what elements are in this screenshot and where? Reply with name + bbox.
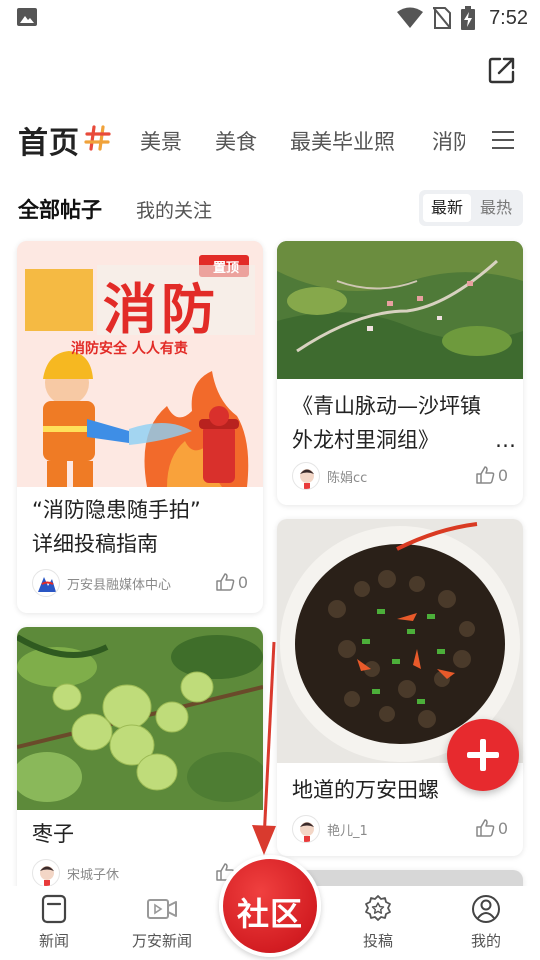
- post-title: 《青山脉动—沙坪镇 外龙村里洞组》 …: [292, 389, 516, 457]
- avatar[interactable]: [292, 462, 320, 490]
- tab-fire-safety[interactable]: 消防: [432, 126, 465, 156]
- post-image: [17, 627, 263, 810]
- post-meta: 陈娟cc 0: [292, 462, 508, 490]
- tab-home[interactable]: 首页: [18, 118, 80, 162]
- image-icon: [17, 8, 37, 26]
- sort-toggle: 最新 最热: [419, 190, 523, 226]
- news-icon: [41, 894, 67, 924]
- video-icon: [147, 899, 177, 919]
- post-title: “消防隐患随手拍” 详细投稿指南: [32, 498, 201, 556]
- thumbs-up-icon: [216, 573, 235, 591]
- add-post-button[interactable]: [447, 719, 519, 791]
- aerial-landscape-image: [277, 241, 523, 379]
- author-name[interactable]: 宋城子休: [67, 864, 119, 883]
- post-title: 地道的万安田螺: [292, 778, 439, 802]
- avatar[interactable]: [32, 569, 60, 597]
- poster-headline: 消防: [103, 278, 219, 341]
- post-meta: 艳儿_1 0: [292, 815, 508, 843]
- profile-icon: [472, 895, 500, 923]
- tab-food[interactable]: 美食: [215, 126, 257, 156]
- post-image: [277, 241, 523, 379]
- poster-slogan: 消防安全 人人有责: [71, 341, 188, 357]
- hashtag-icon: [84, 125, 111, 151]
- like-button[interactable]: 0: [215, 572, 248, 592]
- arrow-down-icon: [252, 641, 276, 855]
- author-name[interactable]: 艳儿_1: [327, 820, 368, 839]
- share-icon[interactable]: [487, 55, 517, 85]
- status-time: 7:52: [489, 6, 528, 29]
- post-card[interactable]: 地道的万安田螺 艳儿_1 0: [277, 519, 523, 856]
- avatar[interactable]: [292, 815, 320, 843]
- post-title: 枣子: [32, 822, 74, 846]
- jujube-image: [17, 627, 263, 810]
- award-icon: [365, 895, 391, 921]
- thumbs-up-icon: [476, 819, 495, 837]
- sort-latest-button[interactable]: 最新: [423, 194, 471, 222]
- avatar[interactable]: [32, 859, 60, 887]
- post-card[interactable]: 置顶 消防 消防安全 人人有责 “消防隐患随手拍” 详细投稿指南 万安县融媒体中…: [17, 241, 263, 613]
- tab-all-posts[interactable]: 全部帖子: [18, 194, 102, 224]
- more-indicator: …: [495, 428, 516, 452]
- nav-submit[interactable]: 投稿: [333, 886, 423, 960]
- post-meta: 宋城子休 0: [32, 859, 248, 887]
- channel-tabs: 首页 美景 美食 最美毕业照 消防: [0, 112, 540, 170]
- thumbs-up-icon: [476, 466, 495, 484]
- author-name[interactable]: 万安县融媒体中心: [67, 574, 171, 593]
- sort-hot-button[interactable]: 最热: [473, 194, 519, 222]
- tab-my-follows[interactable]: 我的关注: [136, 196, 212, 223]
- like-button[interactable]: 0: [475, 465, 508, 485]
- post-filter-bar: 全部帖子 我的关注 最新 最热: [0, 190, 540, 230]
- community-icon: 社区: [236, 895, 303, 933]
- nav-community[interactable]: 社区: [219, 855, 321, 957]
- status-bar: 7:52: [0, 0, 540, 36]
- post-image: 置顶 消防 消防安全 人人有责: [17, 241, 263, 487]
- post-card[interactable]: 《青山脉动—沙坪镇 外龙村里洞组》 … 陈娟cc 0: [277, 241, 523, 505]
- tab-graduation-photo[interactable]: 最美毕业照: [290, 126, 395, 156]
- post-card[interactable]: 枣子 宋城子休 0: [17, 627, 263, 907]
- like-count: 0: [497, 818, 508, 838]
- nav-news[interactable]: 新闻: [9, 886, 99, 960]
- tab-scenery[interactable]: 美景: [140, 126, 182, 156]
- battery-charging-icon: [461, 6, 476, 30]
- nav-profile[interactable]: 我的: [441, 886, 531, 960]
- like-count: 0: [237, 572, 248, 592]
- author-name[interactable]: 陈娟cc: [327, 467, 367, 486]
- like-button[interactable]: 0: [475, 818, 508, 838]
- nav-wanan-news[interactable]: 万安新闻: [117, 886, 207, 960]
- no-sim-icon: [433, 7, 452, 29]
- like-count: 0: [497, 465, 508, 485]
- post-meta: 万安县融媒体中心 0: [32, 569, 248, 597]
- wifi-icon: [397, 7, 424, 28]
- menu-icon[interactable]: [492, 130, 514, 150]
